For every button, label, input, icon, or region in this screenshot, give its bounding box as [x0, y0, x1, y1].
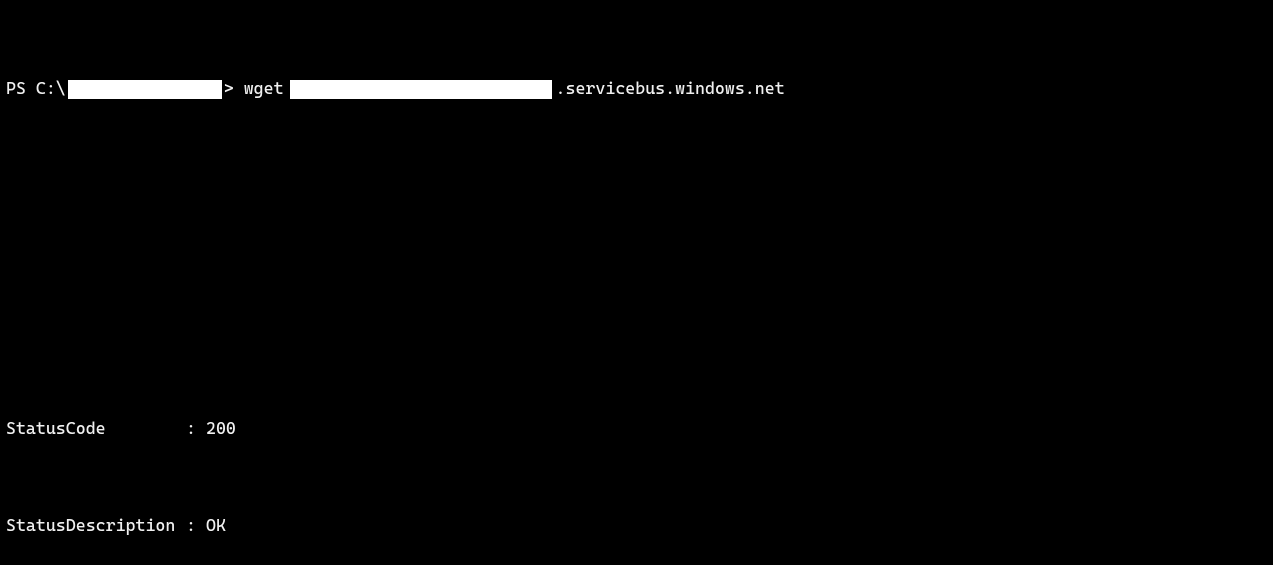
blank-line: [6, 245, 1267, 269]
redacted-path: [68, 80, 222, 99]
colon: :: [186, 513, 206, 537]
val-statusdescription: OK: [206, 513, 1246, 537]
terminal-window[interactable]: PS C:\ > wget .servicebus.windows.net St…: [0, 0, 1273, 565]
output-block: StatusCode : 200 StatusDescription : OK …: [6, 344, 1267, 565]
prompt-prefix: PS C:\: [6, 76, 66, 100]
key-statuscode: StatusCode: [6, 416, 186, 440]
command-text: wget: [244, 76, 284, 100]
prompt-arrow: >: [224, 76, 234, 100]
prompt-space: [234, 76, 244, 100]
command-prompt-line[interactable]: PS C:\ > wget .servicebus.windows.net: [6, 76, 1267, 100]
val-statuscode: 200: [206, 416, 1246, 440]
host-suffix: .servicebus.windows.net: [556, 76, 785, 100]
row-statusdescription: StatusDescription : OK: [6, 513, 1267, 537]
colon: :: [186, 416, 206, 440]
blank-line: [6, 173, 1267, 197]
redacted-host: [290, 80, 552, 99]
key-statusdescription: StatusDescription: [6, 513, 186, 537]
row-statuscode: StatusCode : 200: [6, 416, 1267, 440]
